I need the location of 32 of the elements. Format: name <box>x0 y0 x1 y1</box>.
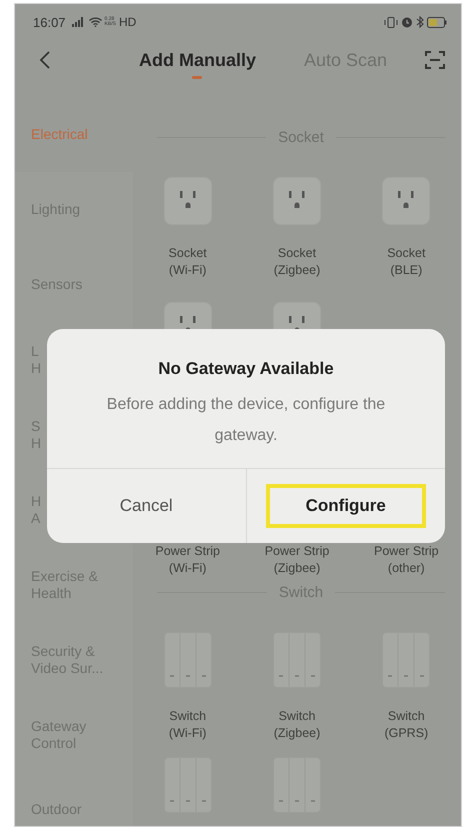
network-type: HD <box>118 15 136 29</box>
switch-icon[interactable] <box>164 757 212 813</box>
device-label: Switch (Zigbee) <box>274 708 320 742</box>
switch-icon[interactable] <box>164 632 212 688</box>
bluetooth-icon <box>416 16 424 28</box>
cancel-button[interactable]: Cancel <box>88 484 205 528</box>
socket-icon[interactable] <box>272 177 321 225</box>
switch-icon[interactable] <box>382 632 430 688</box>
dialog-message: Before adding the device, configure the gateway. <box>106 395 386 446</box>
signal-icon <box>72 17 86 27</box>
battery-icon <box>427 16 447 28</box>
device-label: Switch (Wi-Fi) <box>168 708 206 742</box>
device-label: Power Strip (Zigbee) <box>264 543 330 577</box>
switch-icon[interactable] <box>272 632 321 688</box>
scan-icon <box>425 50 445 70</box>
socket-icon[interactable] <box>382 177 430 225</box>
socket-icon[interactable] <box>164 177 212 225</box>
device-label: Power Strip (Wi-Fi) <box>155 543 220 577</box>
device-label: Switch (GPRS) <box>384 708 428 742</box>
vibrate-icon <box>384 16 398 28</box>
device-label: Socket (BLE) <box>387 245 426 279</box>
dialog-title: No Gateway Available <box>158 359 334 379</box>
wifi-icon <box>88 17 102 27</box>
back-icon <box>39 50 51 70</box>
tab[interactable]: Add Manually <box>134 46 260 81</box>
status-time: 16:07 <box>33 14 66 30</box>
switch-icon[interactable] <box>272 757 321 813</box>
alarm-icon <box>401 16 413 28</box>
confirm-button[interactable]: Configure <box>266 484 426 528</box>
device-label: Power Strip (other) <box>374 543 439 577</box>
device-label: Socket (Wi-Fi) <box>168 245 207 279</box>
device-label: Socket (Zigbee) <box>274 245 320 279</box>
